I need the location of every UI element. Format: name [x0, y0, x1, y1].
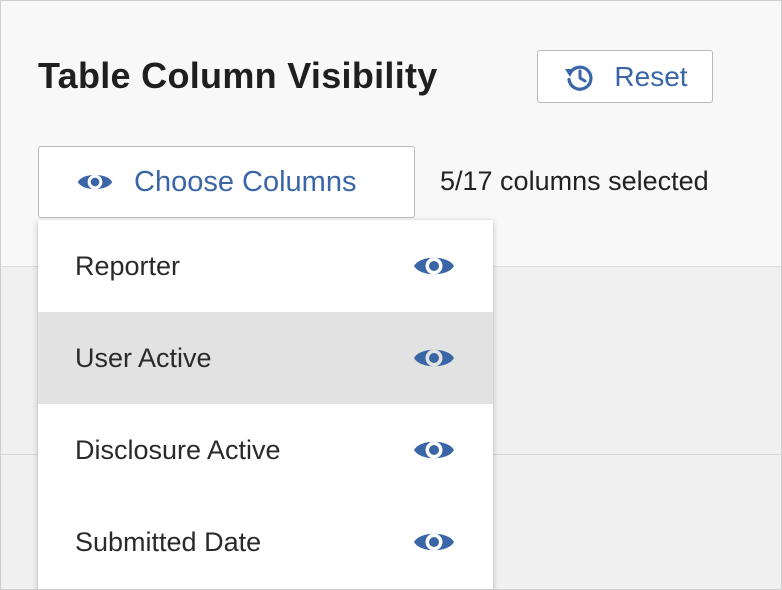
eye-icon[interactable] [412, 527, 456, 557]
eye-icon[interactable] [412, 251, 456, 281]
column-dropdown-menu: Reporter User Active Disclosure Active S… [38, 220, 493, 589]
eye-icon[interactable] [412, 343, 456, 373]
menu-item-user-active[interactable]: User Active [38, 312, 493, 404]
choose-columns-label: Choose Columns [134, 165, 357, 198]
selected-count-text: 5/17 columns selected [440, 166, 709, 196]
reset-button-label: Reset [614, 60, 688, 92]
app-frame: Table Column Visibility Reset Choose Col… [0, 0, 782, 590]
menu-item-label: User Active [75, 342, 212, 373]
menu-item-submitted-date[interactable]: Submitted Date [38, 496, 493, 588]
menu-item-reporter[interactable]: Reporter [38, 220, 493, 312]
menu-item-disclosure-active[interactable]: Disclosure Active [38, 404, 493, 496]
page-title: Table Column Visibility [38, 55, 438, 96]
reset-button[interactable]: Reset [537, 50, 713, 103]
choose-columns-button[interactable]: Choose Columns [38, 146, 415, 218]
reset-history-icon [562, 60, 596, 94]
menu-item-label: Disclosure Active [75, 434, 281, 465]
menu-item-label: Reporter [75, 250, 181, 281]
eye-icon [76, 169, 114, 195]
menu-item-label: Submitted Date [75, 526, 262, 557]
eye-icon[interactable] [412, 435, 456, 465]
